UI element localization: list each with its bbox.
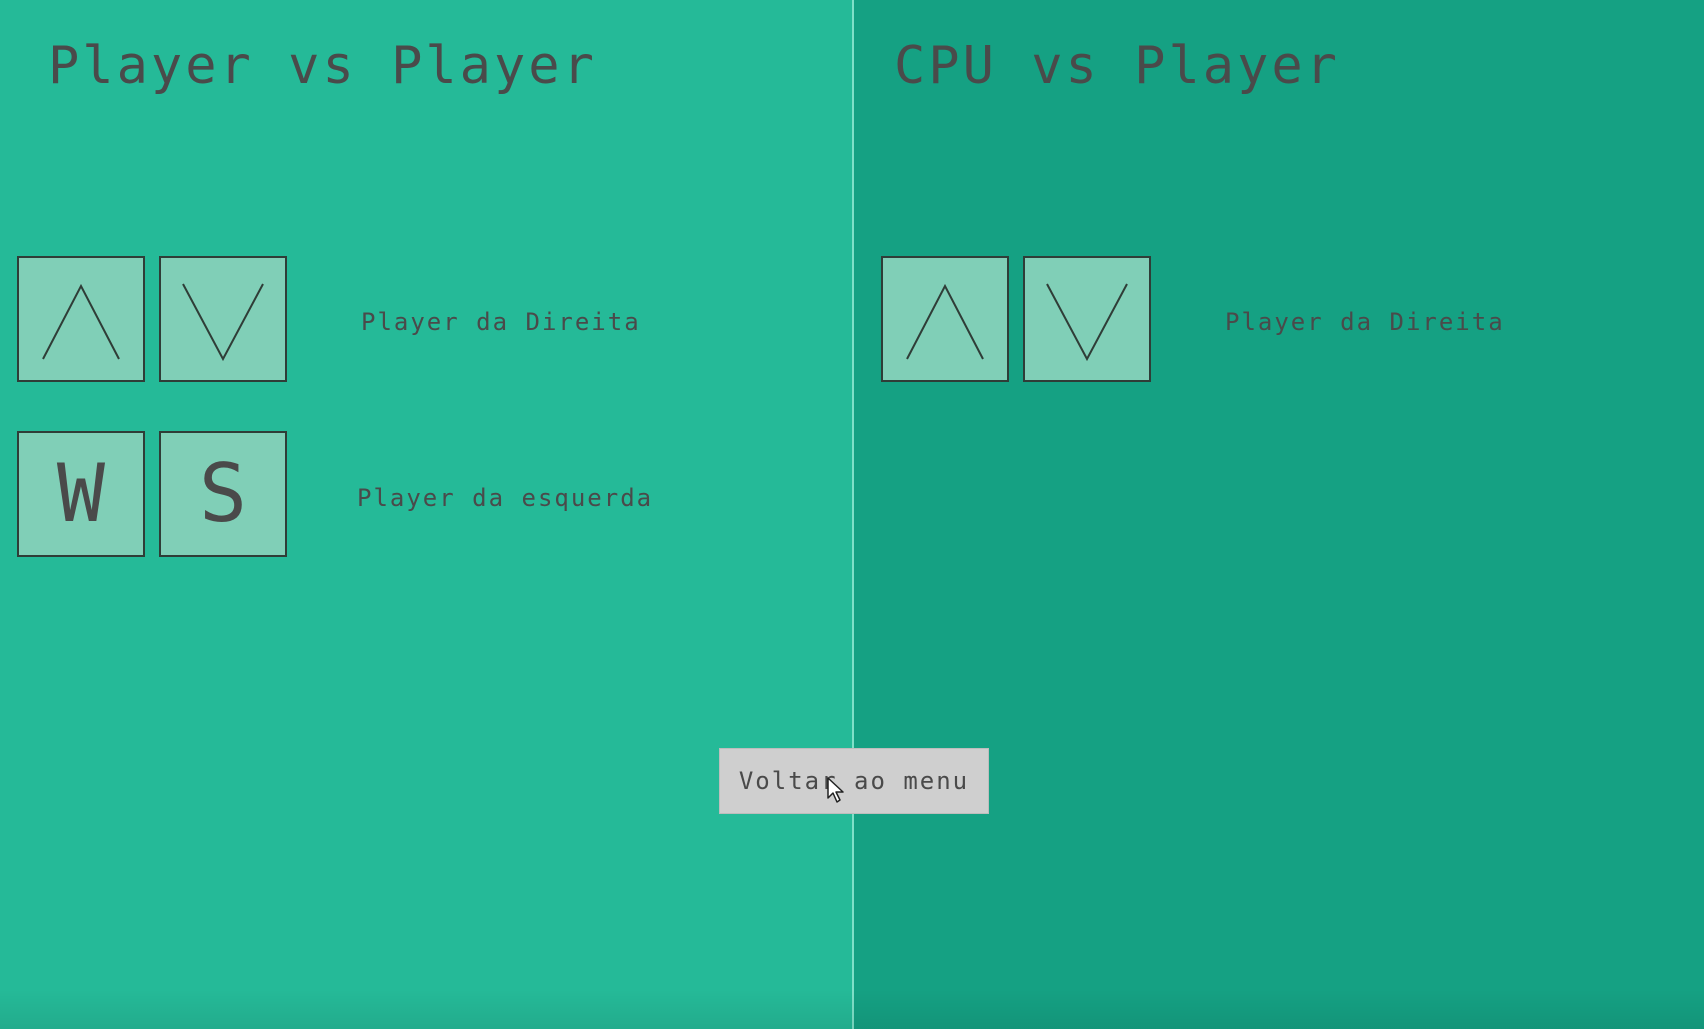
arrow-down-icon — [182, 283, 264, 362]
back-to-menu-button[interactable]: Voltar ao menu — [719, 748, 989, 814]
cpu-panel[interactable]: CPU vs Player Player da Direita — [854, 0, 1704, 1029]
arrow-up-icon — [42, 283, 120, 360]
cpu-right-player-label: Player da Direita — [1225, 308, 1505, 336]
pvp-title: Player vs Player — [48, 36, 597, 96]
w-key: W — [17, 431, 145, 557]
down-arrow-key — [159, 256, 287, 382]
up-arrow-key — [881, 256, 1009, 382]
pvp-panel[interactable]: Player vs Player Player da Direita W S P… — [0, 0, 853, 1029]
pvp-right-player-label: Player da Direita — [361, 308, 641, 336]
cpu-title: CPU vs Player — [894, 36, 1340, 96]
mouse-pointer-icon — [827, 777, 844, 803]
arrow-up-icon — [906, 283, 984, 360]
s-key: S — [159, 431, 287, 557]
pvp-left-player-label: Player da esquerda — [357, 484, 654, 512]
arrow-down-icon — [1046, 283, 1128, 362]
controls-screen: Player vs Player Player da Direita W S P… — [0, 0, 1704, 1029]
s-key-letter: S — [198, 447, 248, 540]
w-key-letter: W — [56, 447, 106, 540]
up-arrow-key — [17, 256, 145, 382]
down-arrow-key — [1023, 256, 1151, 382]
